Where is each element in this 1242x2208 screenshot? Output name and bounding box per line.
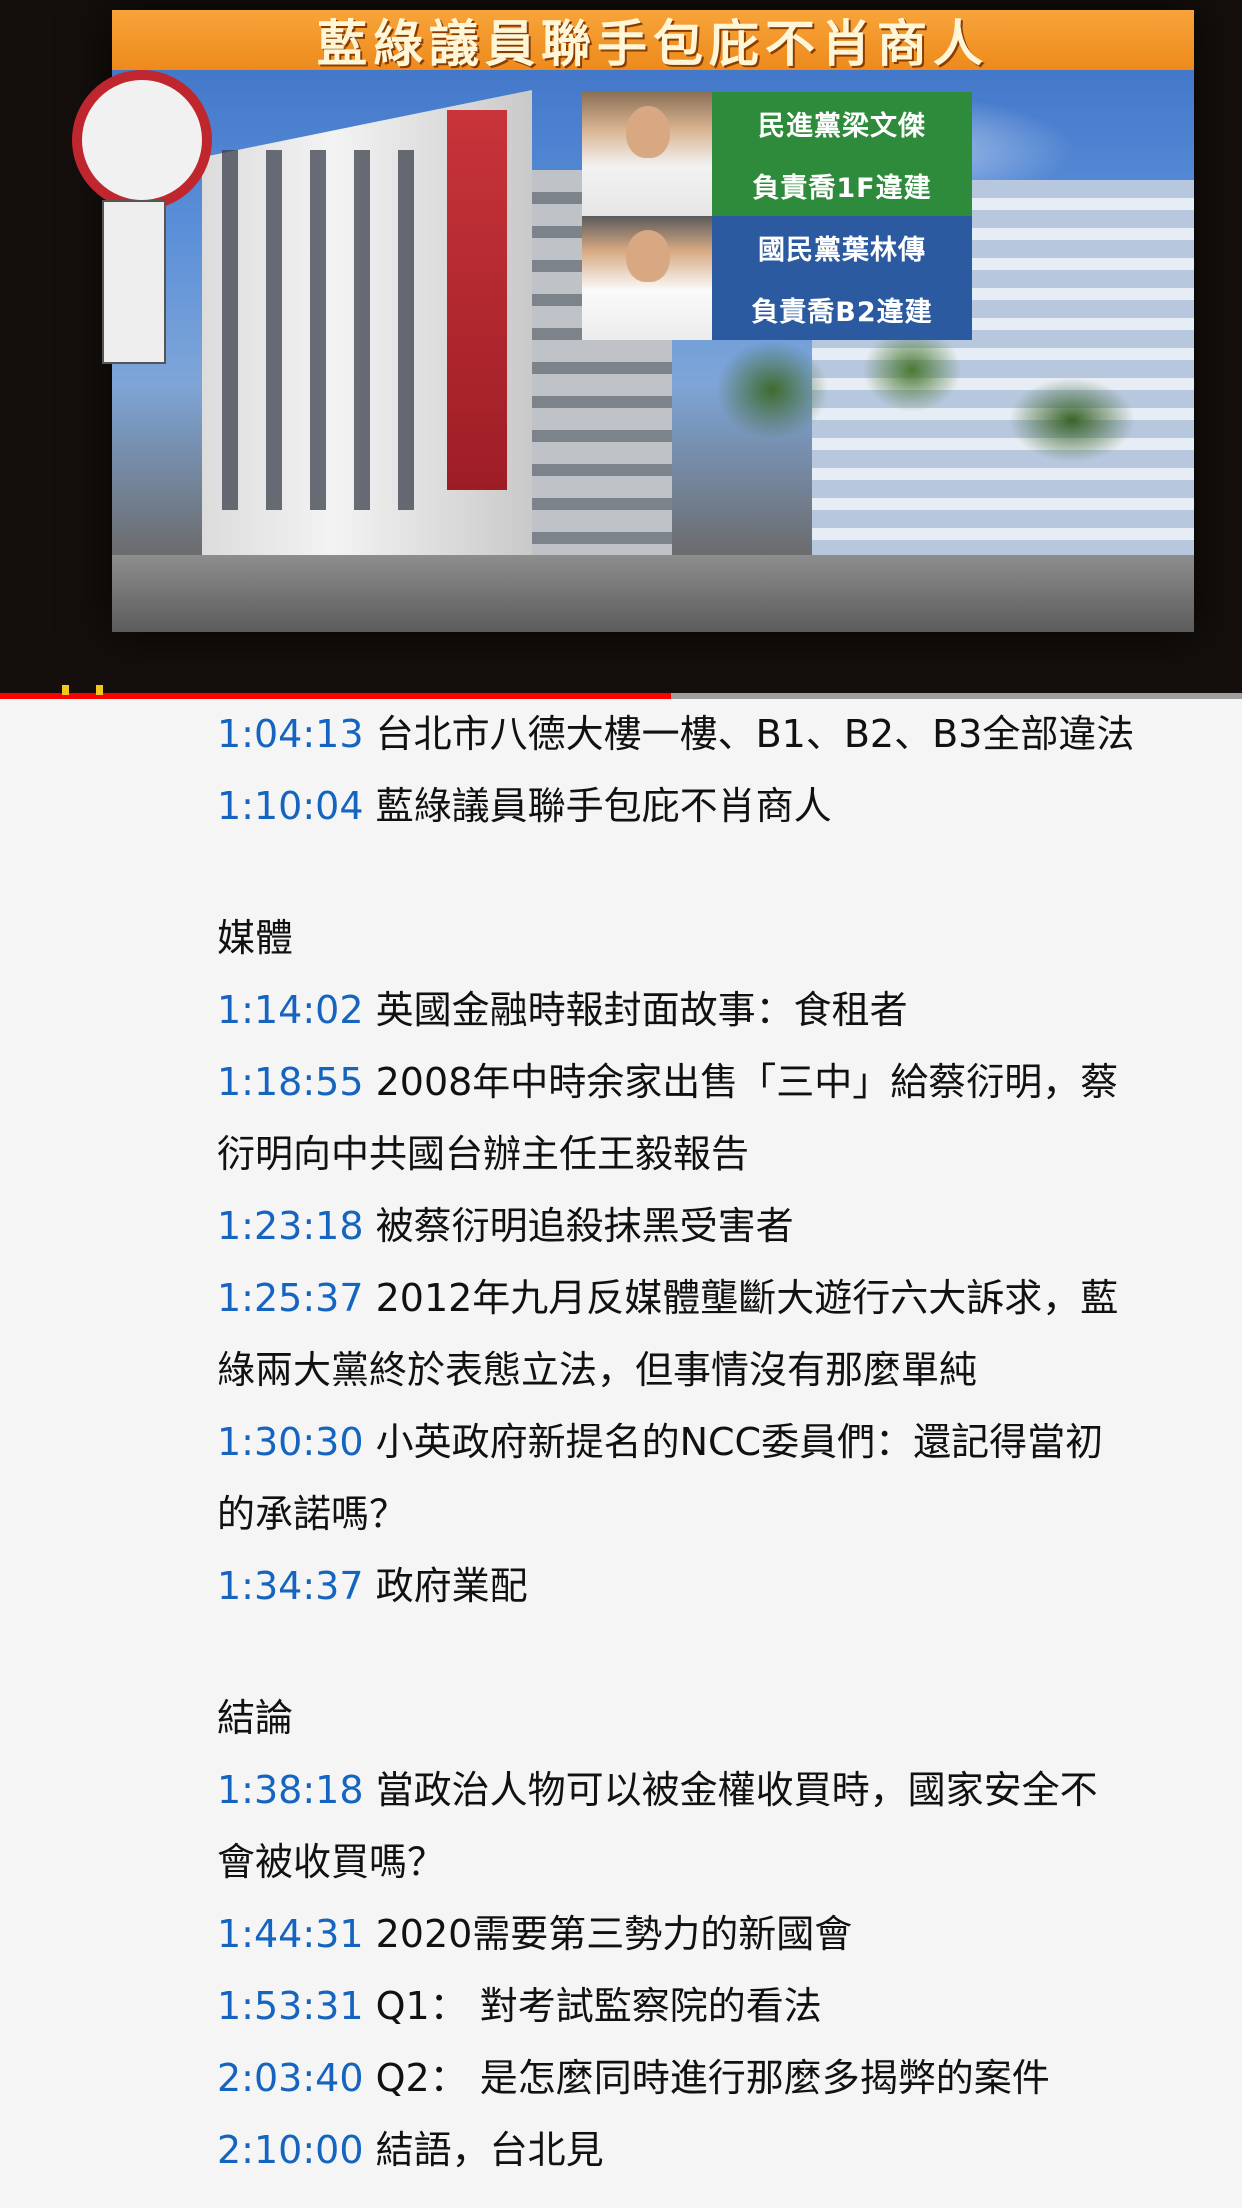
timestamp-text: 2012年九月反媒體壟斷大遊行六大訴求，藍: [375, 1276, 1119, 1320]
inset-label-3: 國民黨葉林傳: [712, 216, 972, 278]
description-line: 1:10:04 藍綠議員聯手包庇不肖商人: [217, 770, 1202, 842]
timestamp-link[interactable]: 1:38:18: [217, 1768, 364, 1812]
timestamp-link[interactable]: 1:25:37: [217, 1276, 364, 1320]
description-line: 1:18:55 2008年中時余家出售「三中」給蔡衍明，蔡: [217, 1046, 1202, 1118]
face-2: [626, 230, 670, 282]
timestamp-link[interactable]: 1:53:31: [217, 1984, 364, 2028]
politician-inset: 民進黨梁文傑 負責喬1F違建 國民黨葉林傳 負責喬B2違建: [582, 92, 972, 340]
timestamp-text: 政府業配: [375, 1564, 528, 1608]
slide-title: 藍綠議員聯手包庇不肖商人: [317, 14, 989, 73]
video-player[interactable]: 藍綠議員聯手包庇不肖商人 民進黨梁文傑 負責喬1F違建 國民黨葉林傳 負責喬B2…: [0, 0, 1242, 693]
timestamp-text-continued: 綠兩大黨終於表態立法，但事情沒有那麼單純: [217, 1348, 978, 1392]
timestamp-link[interactable]: 2:03:40: [217, 2056, 364, 2100]
description-line: 1:14:02 英國金融時報封面故事：食租者: [217, 974, 1202, 1046]
face-1: [626, 106, 670, 158]
timestamp-text: 英國金融時報封面故事：食租者: [375, 988, 908, 1032]
video-frame: 藍綠議員聯手包庇不肖商人 民進黨梁文傑 負責喬1F違建 國民黨葉林傳 負責喬B2…: [72, 10, 1194, 632]
building-banner: [447, 110, 507, 490]
timestamp-text: Q1： 對考試監察院的看法: [375, 1984, 822, 2028]
no-parking-sign: [72, 70, 212, 210]
section-heading-conclusion: 結論: [217, 1696, 294, 1740]
description-line: 2:10:00 結語，台北見: [217, 2114, 1202, 2186]
inset-label-2: 負責喬1F違建: [712, 154, 972, 216]
timestamp-link[interactable]: 1:30:30: [217, 1420, 364, 1464]
timestamp-text: 小英政府新提名的NCC委員們：還記得當初: [375, 1420, 1104, 1464]
timestamp-text-continued: 會被收買嗎？: [217, 1840, 446, 1884]
description-line: 2:03:40 Q2： 是怎麼同時進行那麼多揭弊的案件: [217, 2042, 1202, 2114]
page: 藍綠議員聯手包庇不肖商人 民進黨梁文傑 負責喬1F違建 國民黨葉林傳 負責喬B2…: [0, 0, 1242, 2208]
timestamp-link[interactable]: 1:44:31: [217, 1912, 364, 1956]
timestamp-text: 當政治人物可以被金權收買時，國家安全不: [375, 1768, 1098, 1812]
description-line: 1:44:31 2020需要第三勢力的新國會: [217, 1898, 1202, 1970]
timestamp-text: 台北市八德大樓一樓、B1、B2、B3全部違法: [375, 712, 1135, 756]
timestamp-list: 1:14:02 英國金融時報封面故事：食租者 1:18:55 2008年中時余家出…: [217, 974, 1202, 1622]
description-line: 1:04:13 台北市八德大樓一樓、B1、B2、B3全部違法: [217, 698, 1202, 770]
chapter-marker: [96, 685, 103, 695]
timestamp-text: 被蔡衍明追殺抹黑受害者: [375, 1204, 794, 1248]
section-heading-media: 媒體: [217, 916, 294, 960]
description-line: 1:38:18 當政治人物可以被金權收買時，國家安全不: [217, 1754, 1202, 1826]
timestamp-list: 1:04:13 台北市八德大樓一樓、B1、B2、B3全部違法 1:10:04 藍綠…: [217, 698, 1202, 842]
timestamp-list: 1:38:18 當政治人物可以被金權收買時，國家安全不會被收買嗎？ 1:44:31…: [217, 1754, 1202, 2186]
description-line: 1:23:18 被蔡衍明追殺抹黑受害者: [217, 1190, 1202, 1262]
timestamp-link[interactable]: 1:18:55: [217, 1060, 364, 1104]
timestamp-link[interactable]: 1:34:37: [217, 1564, 364, 1608]
description-line: 1:25:37 2012年九月反媒體壟斷大遊行六大訴求，藍: [217, 1262, 1202, 1334]
chapter-marker: [62, 685, 69, 695]
timestamp-text-continued: 的承諾嗎？: [217, 1492, 408, 1536]
timestamp-link[interactable]: 2:10:00: [217, 2128, 364, 2172]
timestamp-text: 2020需要第三勢力的新國會: [375, 1912, 853, 1956]
trees: [672, 330, 1172, 570]
politician-photo-1: [582, 92, 712, 216]
timestamp-link[interactable]: 1:23:18: [217, 1204, 364, 1248]
timestamp-text-continued: 衍明向中共國台辦主任王毅報告: [217, 1132, 750, 1176]
video-description: 1:04:13 台北市八德大樓一樓、B1、B2、B3全部違法 1:10:04 藍綠…: [217, 698, 1202, 2186]
street: [112, 555, 1194, 632]
politician-photo-2: [582, 216, 712, 340]
description-line: 1:30:30 小英政府新提名的NCC委員們：還記得當初: [217, 1406, 1202, 1478]
street-sign: [102, 200, 166, 364]
description-line: 1:34:37 政府業配: [217, 1550, 1202, 1622]
slide-title-banner: 藍綠議員聯手包庇不肖商人: [112, 10, 1194, 73]
timestamp-link[interactable]: 1:04:13: [217, 712, 364, 756]
description-line: 1:53:31 Q1： 對考試監察院的看法: [217, 1970, 1202, 2042]
building-windows: [222, 150, 442, 510]
timestamp-text: 結語，台北見: [375, 2128, 604, 2172]
timestamp-link[interactable]: 1:14:02: [217, 988, 364, 1032]
timestamp-text: 2008年中時余家出售「三中」給蔡衍明，蔡: [375, 1060, 1119, 1104]
timestamp-text: Q2： 是怎麼同時進行那麼多揭弊的案件: [375, 2056, 1050, 2100]
inset-label-1: 民進黨梁文傑: [712, 92, 972, 154]
timestamp-link[interactable]: 1:10:04: [217, 784, 364, 828]
timestamp-text: 藍綠議員聯手包庇不肖商人: [375, 784, 832, 828]
inset-label-4: 負責喬B2違建: [712, 278, 972, 340]
